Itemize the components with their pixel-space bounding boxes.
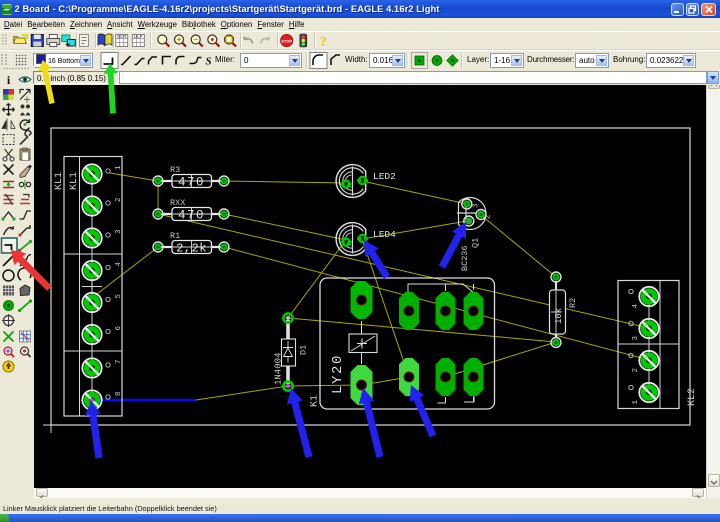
svg-text:ULP: ULP xyxy=(134,34,143,39)
svg-text:D1: D1 xyxy=(299,345,309,355)
svg-text:R1: R1 xyxy=(170,231,180,241)
svg-text:1N4004: 1N4004 xyxy=(274,353,284,385)
svg-text:2: 2 xyxy=(632,368,640,373)
svg-text:LED2: LED2 xyxy=(373,171,396,182)
svg-text:KL2: KL2 xyxy=(687,388,698,406)
svg-text:2: 2 xyxy=(115,197,123,202)
svg-text:4: 4 xyxy=(115,262,123,267)
svg-text:Q1: Q1 xyxy=(471,238,481,248)
svg-text:LY20: LY20 xyxy=(330,354,346,394)
svg-text:KL1: KL1 xyxy=(69,172,80,190)
svg-text:i: i xyxy=(7,73,11,87)
svg-text:5: 5 xyxy=(115,294,123,299)
svg-text:2: 2 xyxy=(485,214,493,219)
svg-text:10k: 10k xyxy=(554,308,564,324)
svg-text:KL1: KL1 xyxy=(54,172,65,190)
svg-text:RXX: RXX xyxy=(170,198,185,208)
svg-text:8: 8 xyxy=(115,391,123,396)
svg-text:STOP: STOP xyxy=(281,39,292,44)
svg-text:SCR: SCR xyxy=(117,34,127,39)
svg-text:1: 1 xyxy=(632,400,640,405)
svg-text:LED4: LED4 xyxy=(373,229,396,240)
svg-text:470: 470 xyxy=(178,209,205,223)
svg-text:1: 1 xyxy=(115,165,123,170)
svg-text:K1: K1 xyxy=(310,395,321,407)
svg-text:2,2k: 2,2k xyxy=(176,242,207,256)
svg-text:?: ? xyxy=(320,35,327,50)
svg-text:7: 7 xyxy=(115,359,123,364)
svg-text:S: S xyxy=(206,56,212,68)
svg-text:BC236: BC236 xyxy=(460,245,470,271)
svg-text:3: 3 xyxy=(632,336,640,341)
svg-text:R3: R3 xyxy=(170,165,180,175)
svg-text:6: 6 xyxy=(115,326,123,331)
svg-text:R2: R2 xyxy=(568,298,578,308)
svg-text:4: 4 xyxy=(632,304,640,309)
svg-text:3: 3 xyxy=(473,203,481,208)
svg-text:3: 3 xyxy=(115,229,123,234)
svg-text:470: 470 xyxy=(178,176,205,190)
